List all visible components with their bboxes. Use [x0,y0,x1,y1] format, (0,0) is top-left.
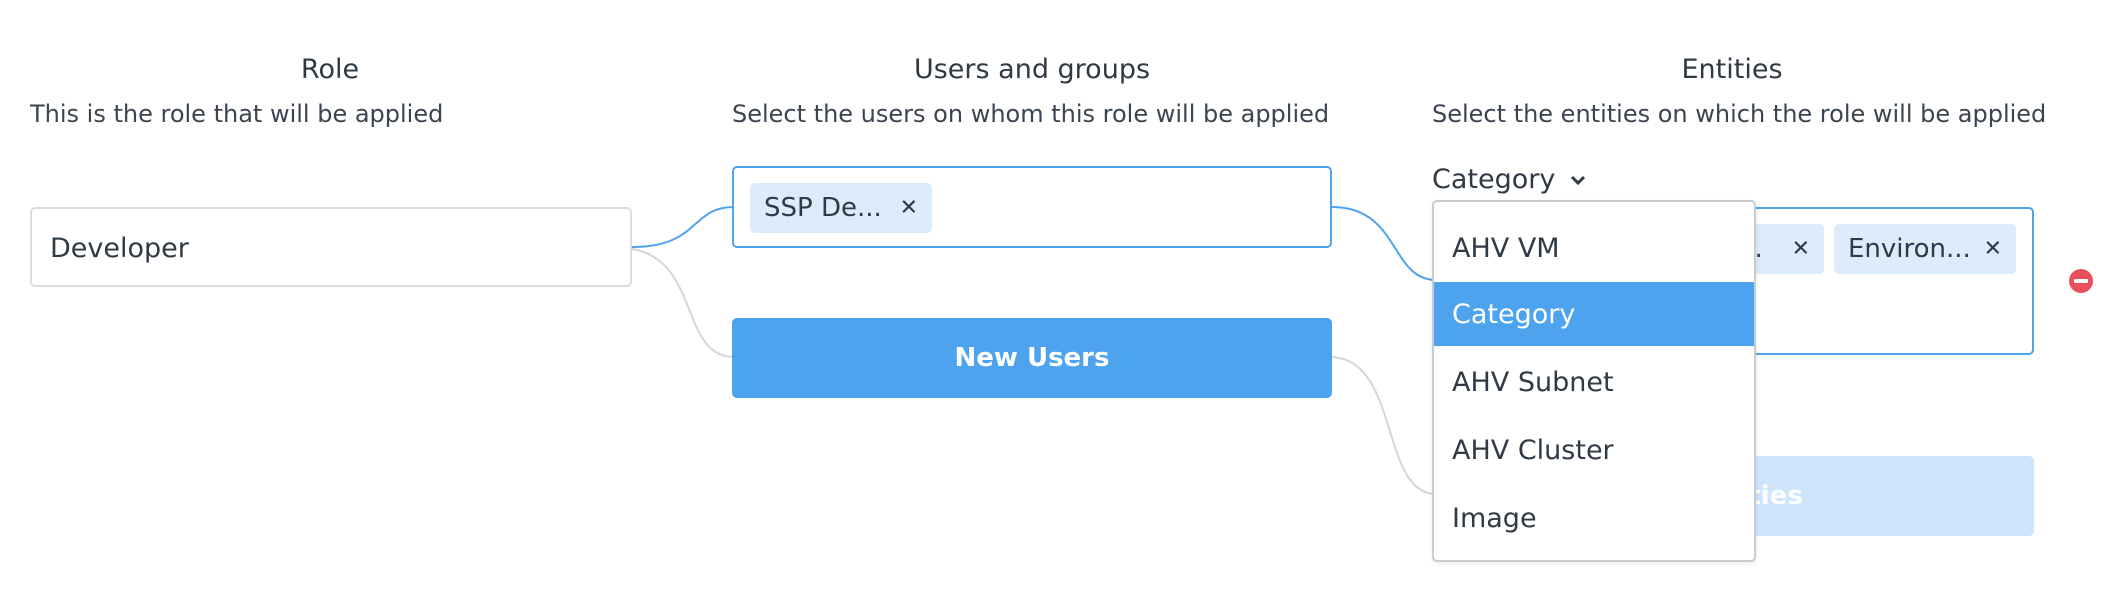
connector-new-users-to-entities [1331,356,1437,495]
remove-chip-icon[interactable]: ✕ [1792,237,1810,262]
remove-chip-icon[interactable]: ✕ [900,196,918,221]
entities-title: Entities [1681,54,1783,85]
user-chip-label: SSP De... [764,193,882,223]
entity-type-selector[interactable]: Category [1432,164,1587,195]
dropdown-option-category[interactable]: Category [1434,282,1754,346]
connector-role-to-users [631,206,735,248]
connector-users-to-entities [1331,206,1437,281]
entity-type-label: Category [1432,164,1556,195]
dropdown-option-ahv-subnet[interactable]: AHV Subnet [1434,350,1754,414]
entity-chip-label: Environ... [1848,234,1971,264]
role-description: This is the role that will be applied [30,100,444,128]
role-title: Role [300,54,360,85]
users-description: Select the users on whom this role will … [732,100,1330,128]
dropdown-option-ahv-vm[interactable]: AHV VM [1434,216,1754,280]
remove-chip-icon[interactable]: ✕ [1984,237,2002,262]
entities-description: Select the entities on which the role wi… [1432,100,2047,128]
chevron-down-icon [1571,175,1586,185]
role-value: Developer [50,233,189,264]
entity-type-dropdown: AHV VM Category AHV Subnet AHV Cluster I… [1432,200,1756,562]
dropdown-option-ahv-cluster[interactable]: AHV Cluster [1434,418,1754,482]
new-users-button[interactable]: New Users [732,318,1332,398]
role-select[interactable]: Developer [30,207,632,287]
entity-chip[interactable]: Environ... ✕ [1834,224,2016,274]
dropdown-option-image[interactable]: Image [1434,486,1754,550]
users-title: Users and groups [913,54,1151,85]
users-select[interactable]: SSP De... ✕ [732,166,1332,248]
user-chip[interactable]: SSP De... ✕ [750,183,932,233]
connector-role-to-new-users [631,248,735,358]
remove-circle-icon[interactable] [2068,268,2094,294]
